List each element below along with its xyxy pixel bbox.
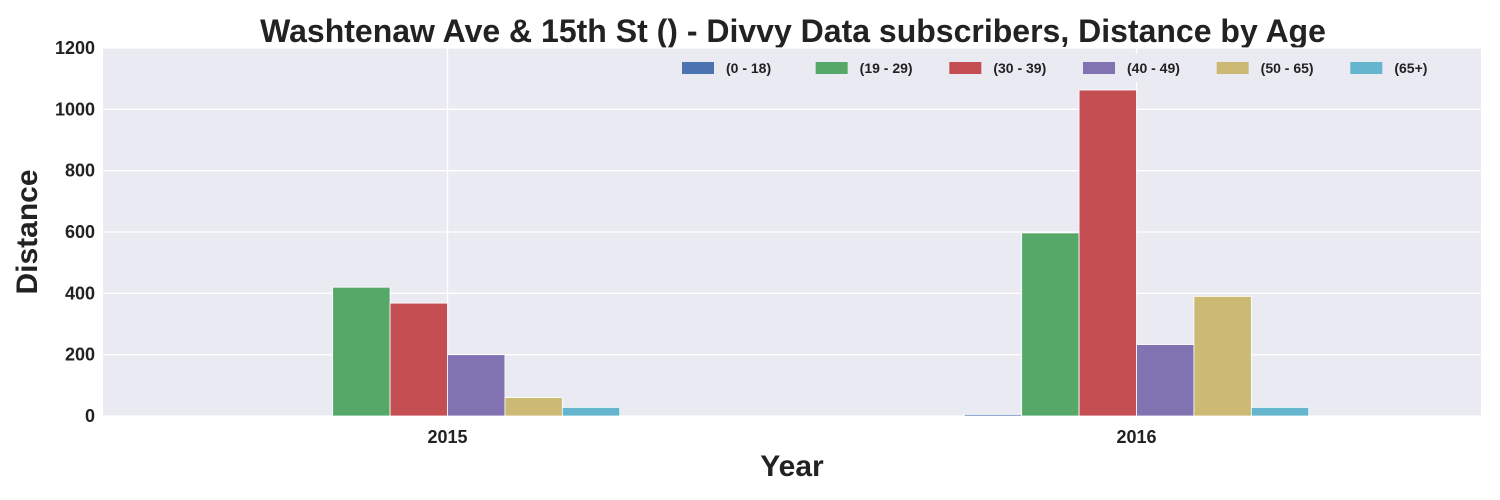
bar <box>1078 89 1137 417</box>
legend-swatch <box>682 62 714 74</box>
legend-swatch <box>1216 62 1249 74</box>
bar <box>389 302 448 417</box>
x-axis-label: Year <box>760 450 824 483</box>
y-tick-label: 600 <box>65 222 95 242</box>
legend-swatch <box>1083 62 1115 74</box>
legend-label: (50 - 65) <box>1261 60 1314 76</box>
y-tick-label: 800 <box>65 161 95 181</box>
legend-label: (30 - 39) <box>993 60 1046 76</box>
y-axis-label: Distance <box>11 169 44 294</box>
bar <box>561 407 621 417</box>
y-tick-label: 400 <box>65 283 95 303</box>
legend-label: (65+) <box>1394 60 1427 76</box>
legend-label: (0 - 18) <box>726 60 771 76</box>
y-tick-label: 1200 <box>55 38 95 58</box>
bar <box>447 354 506 417</box>
y-tick-label: 1000 <box>55 99 95 119</box>
x-axis-ticks: 2015 2016 <box>427 427 1156 447</box>
legend: (0 - 18) (19 - 29) (30 - 39) (40 - 49) (50 -… <box>674 54 1476 82</box>
x-tick-label: 2015 <box>427 427 467 447</box>
bar <box>1250 407 1310 417</box>
legend-swatch <box>815 62 848 74</box>
bar <box>504 397 563 417</box>
legend-label: (19 - 29) <box>860 60 913 76</box>
y-axis-ticks: 0 200 400 600 800 1000 1200 <box>55 38 95 426</box>
x-tick-label: 2016 <box>1116 427 1156 447</box>
bar-chart: Washtenaw Ave & 15th St () - Divvy Data … <box>11 13 1481 483</box>
bar <box>1136 344 1195 417</box>
bar <box>332 286 391 417</box>
y-tick-label: 0 <box>85 406 95 426</box>
legend-swatch <box>1350 62 1383 74</box>
legend-label: (40 - 49) <box>1127 60 1180 76</box>
chart-title: Washtenaw Ave & 15th St () - Divvy Data … <box>260 13 1326 49</box>
y-tick-label: 200 <box>65 345 95 365</box>
legend-swatch <box>949 62 982 74</box>
bar <box>1021 232 1080 417</box>
bar <box>963 414 1023 417</box>
bar <box>1193 295 1252 417</box>
